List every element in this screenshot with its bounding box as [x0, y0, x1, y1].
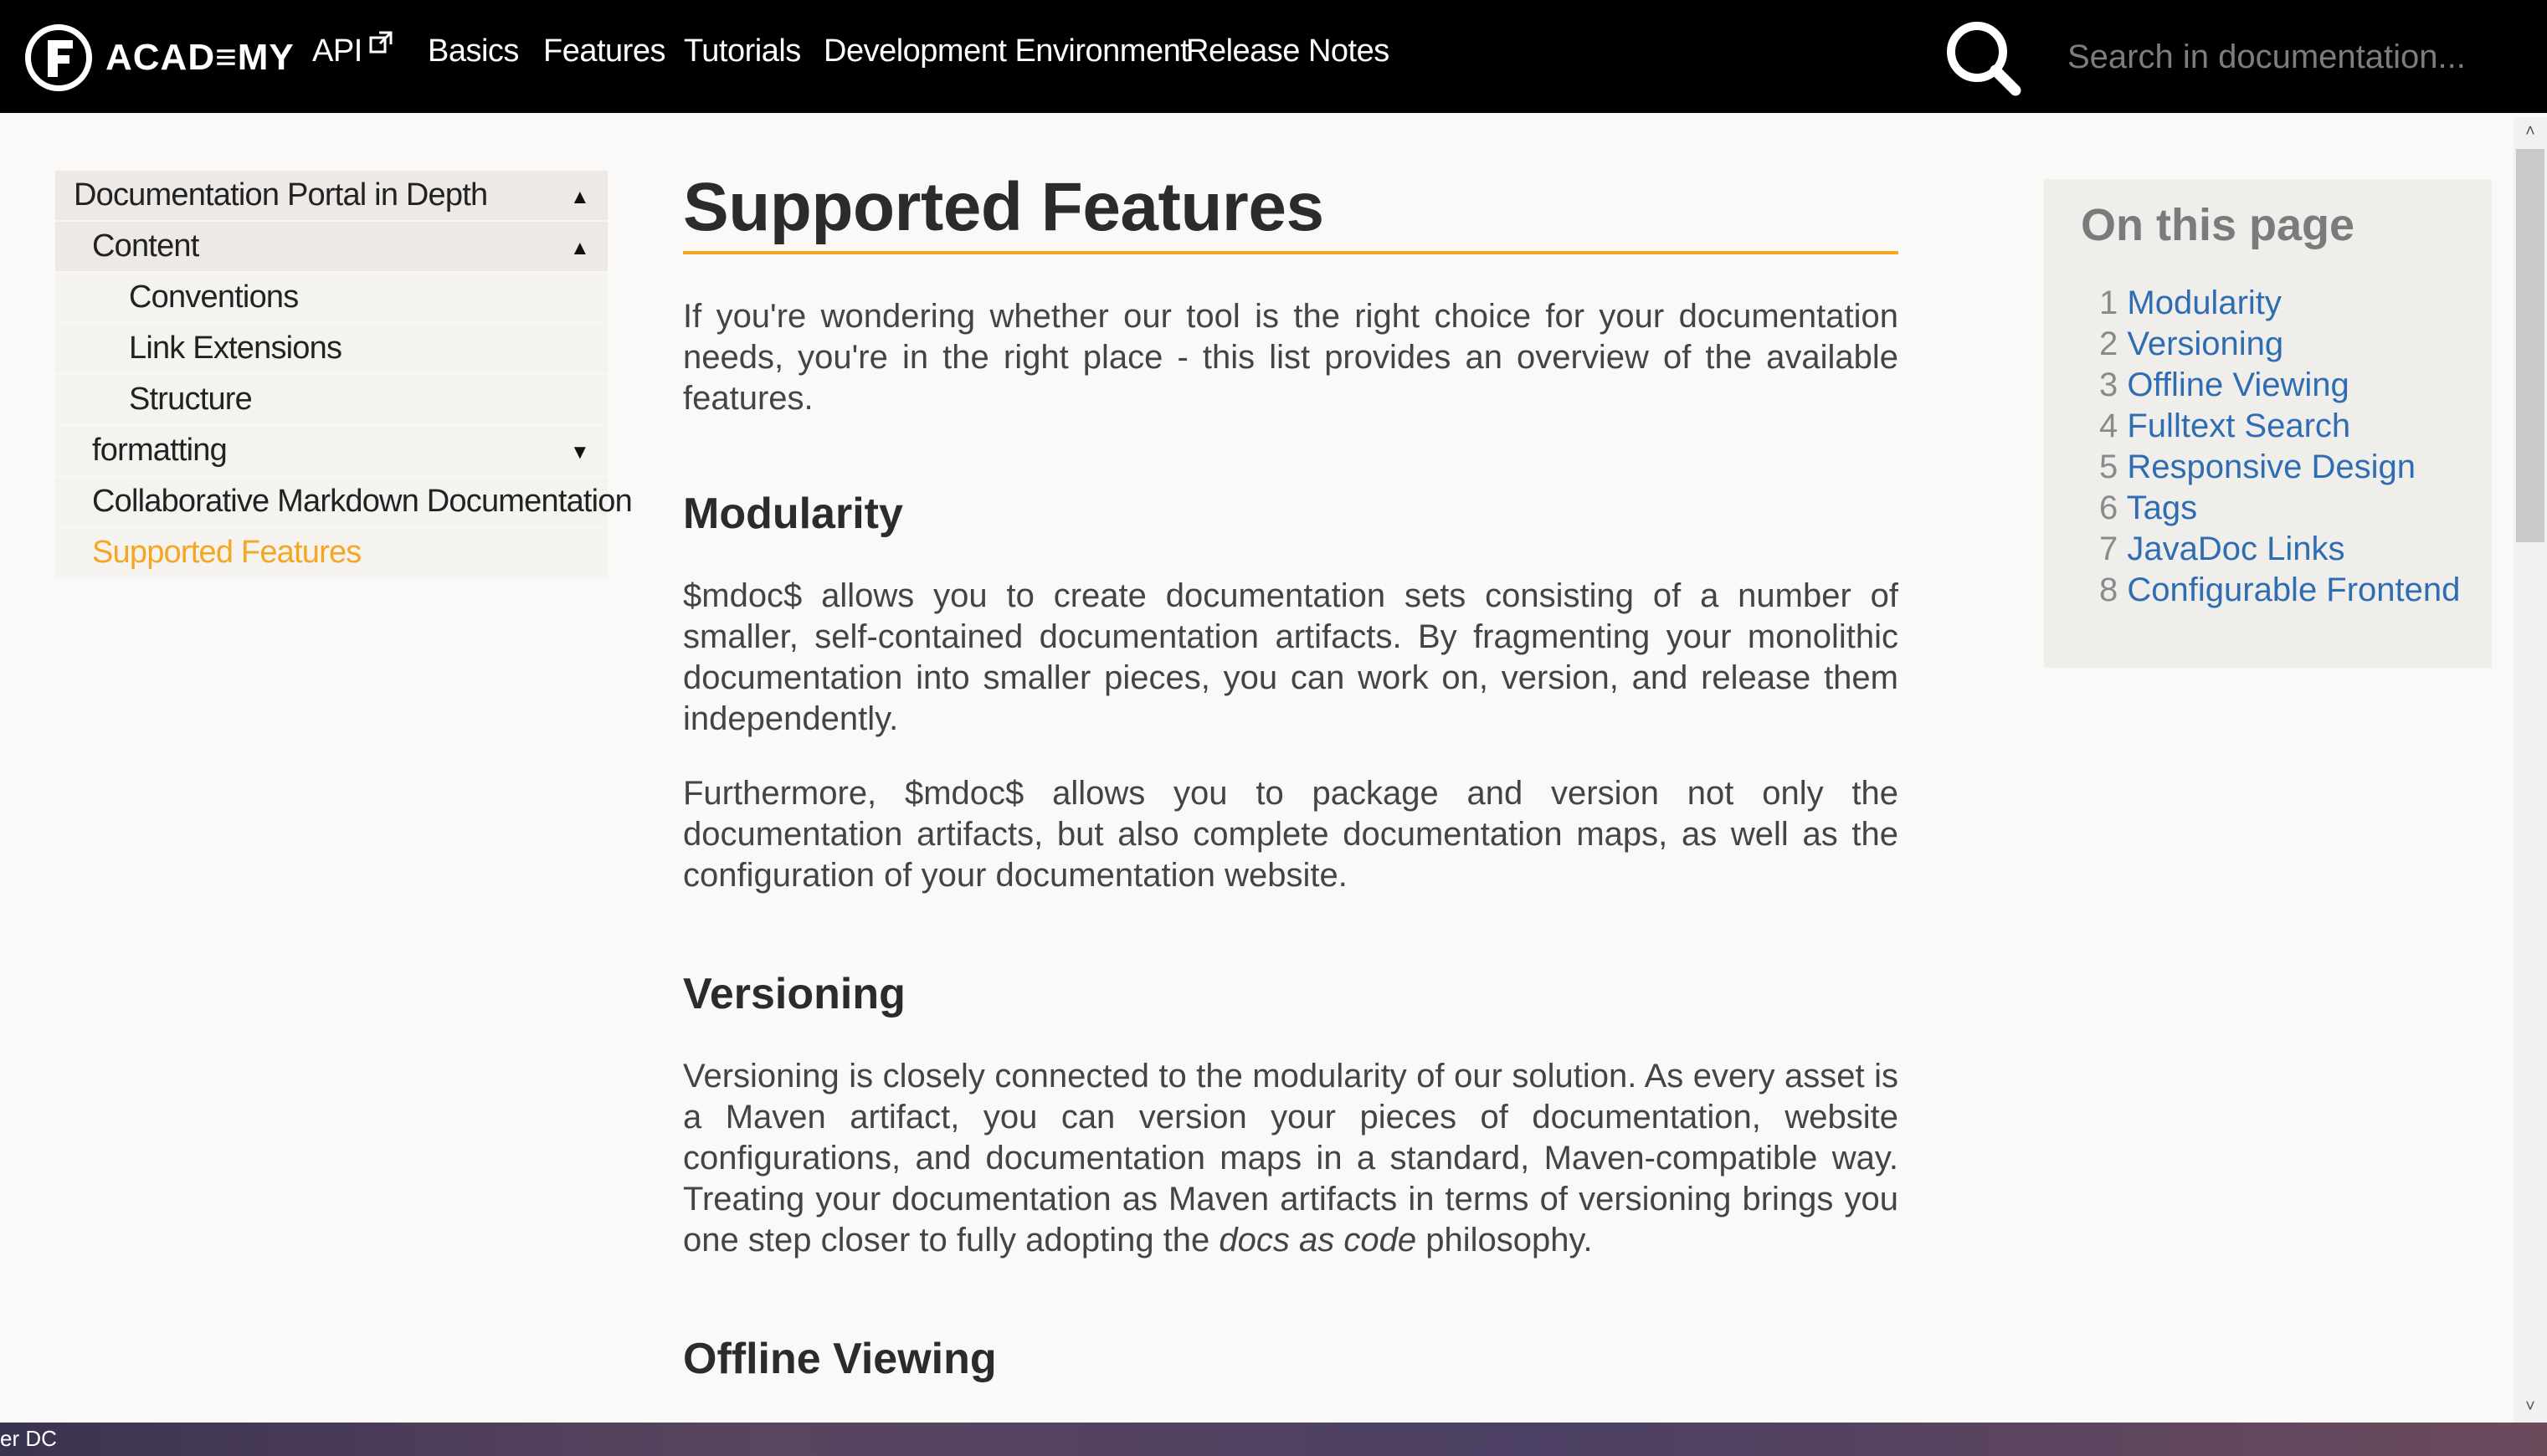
- toc-link-configurable-frontend[interactable]: Configurable Frontend: [2127, 572, 2460, 608]
- modularity-paragraph-2: Furthermore, $mdoc$ allows you to packag…: [683, 775, 1898, 894]
- toc-link-javadoc-links[interactable]: JavaDoc Links: [2127, 531, 2344, 567]
- sidebar-item-label: Link Extensions: [129, 331, 342, 366]
- toc-title: On this page: [2081, 200, 2355, 250]
- sidebar-item-conventions[interactable]: Conventions: [55, 273, 608, 324]
- nav-api[interactable]: API: [312, 33, 362, 69]
- page-title: Supported Features: [683, 169, 1324, 245]
- toc-link-modularity[interactable]: Modularity: [2127, 285, 2282, 321]
- toc-item[interactable]: 5 Responsive Design: [2099, 447, 2460, 488]
- modularity-paragraph-1: $mdoc$ allows you to create documentatio…: [683, 577, 1898, 737]
- toc-link-fulltext-search[interactable]: Fulltext Search: [2127, 408, 2350, 444]
- sidebar-item-label: Structure: [129, 382, 253, 417]
- search-input[interactable]: [2067, 32, 2503, 82]
- sidebar-item-label: Conventions: [129, 279, 299, 315]
- toc-link-responsive-design[interactable]: Responsive Design: [2127, 449, 2416, 485]
- main-content: Supported Features If you're wondering w…: [683, 164, 1898, 1383]
- on-this-page-toc: On this page 1 Modularity 2 Versioning 3…: [2044, 179, 2492, 668]
- toc-item[interactable]: 4 Fulltext Search: [2099, 406, 2460, 447]
- nav-release-notes[interactable]: Release Notes: [1186, 33, 1389, 69]
- sidebar-item-label: Content: [92, 228, 199, 264]
- nav-features[interactable]: Features: [543, 33, 665, 69]
- sidebar-item-formatting[interactable]: formatting ▼: [55, 426, 608, 477]
- desktop-taskbar: er DC: [0, 1423, 2547, 1456]
- sidebar-item-documentation-portal-in-depth[interactable]: Documentation Portal in Depth ▲: [55, 171, 608, 222]
- taskbar-label: er DC: [0, 1426, 57, 1451]
- scroll-down-arrow-icon[interactable]: ˅: [2516, 1392, 2544, 1421]
- sidebar-item-supported-features[interactable]: Supported Features: [55, 528, 608, 579]
- toc-link-versioning[interactable]: Versioning: [2127, 326, 2283, 362]
- logo-text: ACAD≡MY: [105, 37, 295, 78]
- caret-down-icon[interactable]: ▼: [570, 441, 590, 464]
- sidebar-item-structure[interactable]: Structure: [55, 375, 608, 426]
- nav-development-environment[interactable]: Development Environment: [824, 33, 1189, 69]
- section-heading-offline-viewing: Offline Viewing: [683, 1335, 997, 1383]
- section-heading-versioning: Versioning: [683, 970, 906, 1018]
- sidebar-item-label: Supported Features: [92, 535, 362, 570]
- search-icon[interactable]: [1942, 17, 2026, 105]
- scroll-up-arrow-icon[interactable]: ˄: [2516, 117, 2544, 146]
- sidebar-navigation: Documentation Portal in Depth ▲ Content …: [55, 171, 633, 579]
- docs-as-code-emphasis: docs as code: [1219, 1222, 1417, 1259]
- sidebar-item-label: Collaborative Markdown Documentation: [92, 484, 633, 519]
- nav-basics[interactable]: Basics: [428, 33, 519, 69]
- external-link-icon: [368, 30, 393, 59]
- toc-item[interactable]: 2 Versioning: [2099, 324, 2460, 365]
- toc-link-tags[interactable]: Tags: [2127, 490, 2198, 526]
- toc-item[interactable]: 6 Tags: [2099, 488, 2460, 529]
- toc-list: 1 Modularity 2 Versioning 3 Offline View…: [2099, 283, 2460, 611]
- sidebar-item-label: formatting: [92, 433, 228, 468]
- scrollbar-thumb[interactable]: [2516, 149, 2544, 542]
- toc-item[interactable]: 3 Offline Viewing: [2099, 365, 2460, 406]
- toc-link-offline-viewing[interactable]: Offline Viewing: [2127, 367, 2349, 403]
- versioning-paragraph: Versioning is closely connected to the m…: [683, 1056, 1898, 1261]
- title-underline: [683, 251, 1898, 254]
- nav-tutorials[interactable]: Tutorials: [684, 33, 801, 69]
- toc-item[interactable]: 7 JavaDoc Links: [2099, 529, 2460, 570]
- toc-item[interactable]: 1 Modularity: [2099, 283, 2460, 324]
- caret-up-icon[interactable]: ▲: [570, 237, 590, 260]
- top-navigation-bar: ACAD≡MY API Basics Features Tutorials De…: [0, 0, 2547, 113]
- logo-mark-icon: [25, 24, 92, 91]
- sidebar-item-link-extensions[interactable]: Link Extensions: [55, 324, 608, 375]
- toc-item[interactable]: 8 Configurable Frontend: [2099, 570, 2460, 611]
- intro-paragraph: If you're wondering whether our tool is …: [683, 298, 1898, 417]
- sidebar-item-collaborative-markdown-documentation[interactable]: Collaborative Markdown Documentation: [55, 477, 633, 528]
- sidebar-item-label: Documentation Portal in Depth: [74, 177, 488, 213]
- versioning-text-end: philosophy.: [1416, 1222, 1593, 1259]
- caret-up-icon[interactable]: ▲: [570, 186, 590, 209]
- section-heading-modularity: Modularity: [683, 490, 903, 538]
- sidebar-item-content[interactable]: Content ▲: [55, 222, 608, 273]
- academy-logo[interactable]: ACAD≡MY: [25, 23, 295, 92]
